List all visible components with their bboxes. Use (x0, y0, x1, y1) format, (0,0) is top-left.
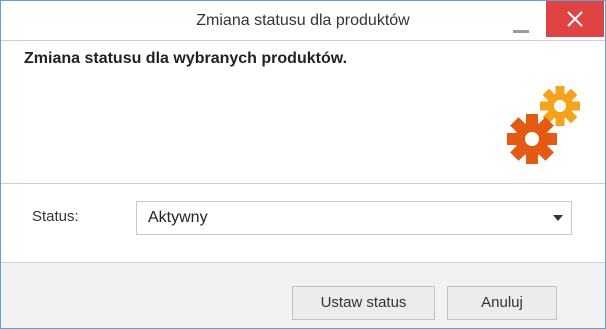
cancel-button[interactable]: Anuluj (447, 286, 557, 320)
close-icon (567, 11, 583, 27)
minimize-button[interactable] (501, 1, 541, 40)
gears-icon (507, 86, 580, 164)
status-select-value: Aktywny (148, 209, 208, 226)
dialog-window: Zmiana statusu dla produktów Zmiana stat… (0, 0, 606, 329)
title-bar[interactable]: Zmiana statusu dla produktów (1, 1, 605, 40)
close-button[interactable] (546, 1, 604, 37)
dialog-heading: Zmiana statusu dla wybranych produktów. (24, 50, 348, 67)
minimize-icon (513, 30, 529, 33)
chevron-down-icon[interactable] (553, 215, 563, 221)
status-label: Status: (32, 208, 79, 225)
set-status-button[interactable]: Ustaw status (292, 286, 435, 320)
status-select[interactable]: Aktywny (136, 201, 572, 235)
